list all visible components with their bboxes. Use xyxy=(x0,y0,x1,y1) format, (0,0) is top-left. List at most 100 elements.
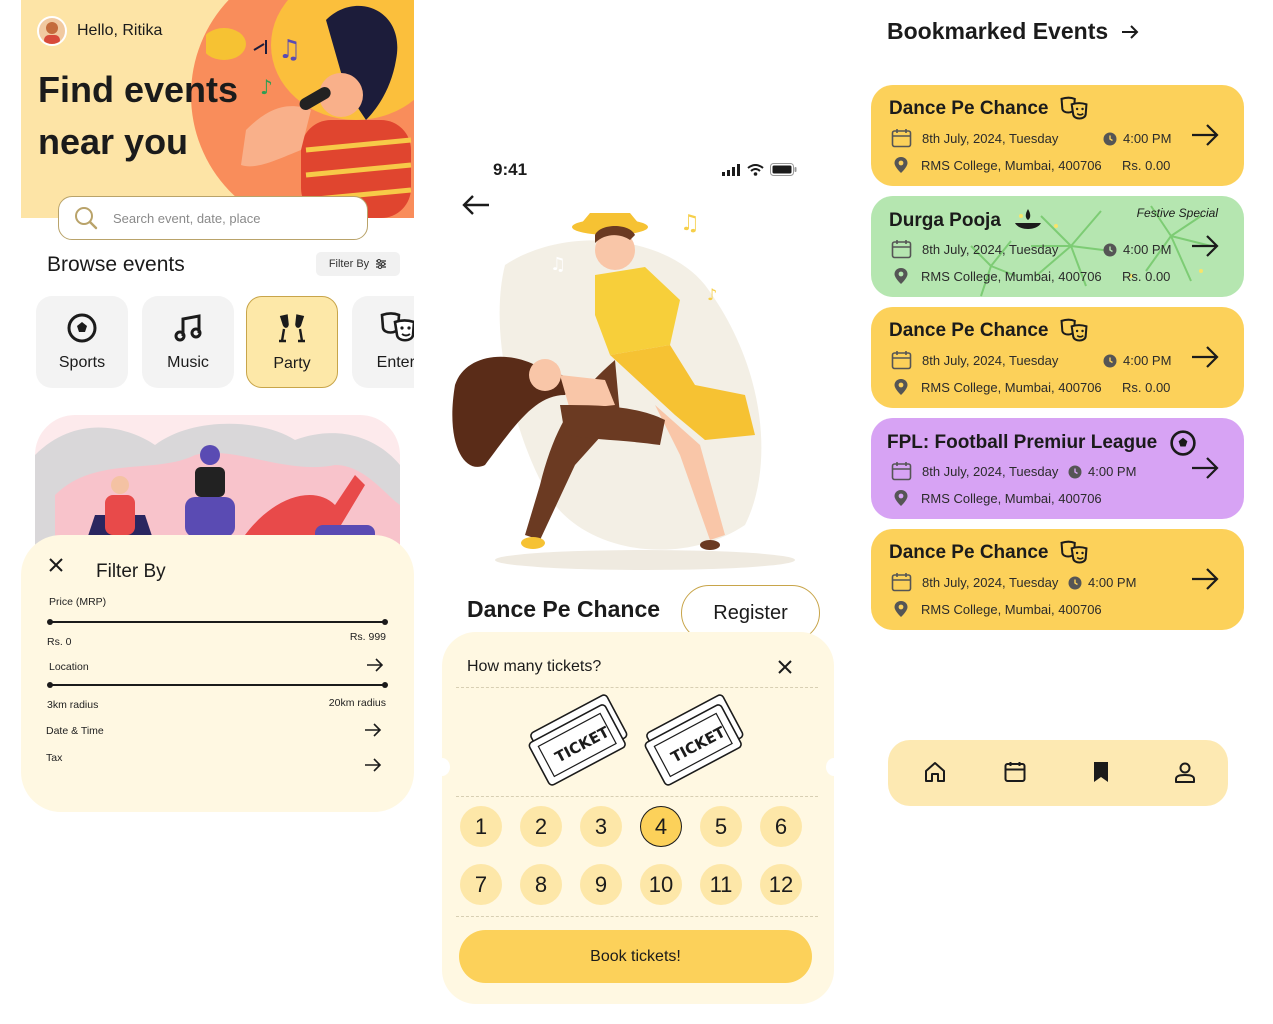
theater-masks-icon xyxy=(380,312,414,342)
event-title: Dance Pe Chance xyxy=(467,596,661,622)
cheers-icon xyxy=(279,314,305,343)
ticket-notch xyxy=(826,758,842,776)
category-sports[interactable]: Sports xyxy=(36,296,128,388)
ticket-count-option[interactable]: 5 xyxy=(700,806,742,847)
arrow-right-icon[interactable] xyxy=(1189,343,1221,371)
ticket-count-option[interactable]: 7 xyxy=(460,864,502,905)
ticket-count-option[interactable]: 6 xyxy=(760,806,802,847)
arrow-right-icon[interactable] xyxy=(363,721,383,739)
price-slider[interactable] xyxy=(47,619,388,625)
card-time: 4:00 PM xyxy=(1123,242,1172,257)
date-time-label: Date & Time xyxy=(46,725,104,737)
category-label: Music xyxy=(167,354,209,371)
avatar[interactable] xyxy=(37,16,67,46)
bookmark-card[interactable]: FPL: Football Premiur League 8th July, 2… xyxy=(871,418,1244,519)
bookmark-card[interactable]: Dance Pe Chance 8th July, 2024, Tuesday … xyxy=(871,307,1244,408)
clock-icon xyxy=(1068,576,1082,589)
close-icon[interactable] xyxy=(776,658,794,676)
calendar-icon xyxy=(891,129,912,148)
ticket-count-option[interactable]: 3 xyxy=(580,806,622,847)
divider xyxy=(456,796,818,797)
ticket-count-option[interactable]: 12 xyxy=(760,864,802,905)
tickets-illustration: TICKET TICKET xyxy=(528,694,744,786)
card-title: Dance Pe Chance xyxy=(889,318,1088,344)
location-pin-icon xyxy=(894,601,908,617)
greeting-text: Hello, Ritika xyxy=(77,22,163,39)
close-icon[interactable] xyxy=(47,556,65,574)
arrow-right-icon[interactable] xyxy=(1189,454,1221,482)
wifi-icon xyxy=(747,163,764,176)
card-date-row: 8th July, 2024, Tuesday xyxy=(891,461,1058,481)
ticket-count-option[interactable]: 10 xyxy=(640,864,682,905)
battery-icon xyxy=(770,163,797,176)
bookmark-card[interactable]: Durga Pooja Festive Special 8th July, 20… xyxy=(871,196,1244,297)
bookmark-card[interactable]: Dance Pe Chance 8th July, 2024, Tuesday … xyxy=(871,529,1244,630)
ticket-count-option[interactable]: 9 xyxy=(580,864,622,905)
radius-min: 3km radius xyxy=(47,699,99,711)
filter-by-button[interactable]: Filter By xyxy=(316,252,400,276)
card-title-text: Dance Pe Chance xyxy=(889,320,1049,341)
bookmark-icon[interactable] xyxy=(1091,760,1111,784)
card-time-row: 4:00 PM xyxy=(1103,131,1171,146)
location-pin-icon xyxy=(894,379,908,395)
calendar-icon[interactable] xyxy=(1003,760,1027,784)
ticket-count-option[interactable]: 2 xyxy=(520,806,562,847)
card-place: RMS College, Mumbai, 400706 xyxy=(921,157,1102,173)
card-title: Durga Pooja xyxy=(889,207,1043,235)
book-tickets-button[interactable]: Book tickets! xyxy=(459,930,812,983)
tax-label: Tax xyxy=(46,752,63,764)
card-date-row: 8th July, 2024, Tuesday xyxy=(891,350,1058,370)
ticket-question: How many tickets? xyxy=(467,658,602,675)
football-icon xyxy=(67,313,97,343)
card-place-row: RMS College, Mumbai, 400706 xyxy=(891,156,1102,174)
bookmarks-title[interactable]: Bookmarked Events xyxy=(887,18,1140,45)
category-entertainment[interactable]: Entert xyxy=(352,296,414,388)
greeting: Hello, Ritika xyxy=(37,16,162,46)
ticket-count-option[interactable]: 1 xyxy=(460,806,502,847)
card-time: 4:00 PM xyxy=(1088,575,1137,590)
theater-masks-icon xyxy=(1060,318,1088,342)
ticket-count-option-selected[interactable]: 4 xyxy=(640,806,682,847)
card-time-row: 4:00 PM xyxy=(1068,464,1136,479)
category-list: Sports Music Party Entert xyxy=(36,296,414,388)
card-place: RMS College, Mumbai, 400706 xyxy=(921,490,1102,506)
home-icon[interactable] xyxy=(923,760,947,784)
card-title: Dance Pe Chance xyxy=(889,96,1088,122)
arrow-right-icon[interactable] xyxy=(1189,565,1221,593)
calendar-icon xyxy=(891,351,912,370)
hero-title: Find events near you xyxy=(38,69,239,162)
location-slider[interactable] xyxy=(47,682,388,688)
arrow-right-icon[interactable] xyxy=(1189,121,1221,149)
category-party[interactable]: Party xyxy=(246,296,338,388)
ticket-count-option[interactable]: 11 xyxy=(700,864,742,905)
football-icon xyxy=(1170,430,1196,456)
ticket-count-option[interactable]: 8 xyxy=(520,864,562,905)
filter-sheet: Filter By Price (MRP) Rs. 0 Rs. 999 Loca… xyxy=(21,535,414,812)
card-place-row: RMS College, Mumbai, 400706 xyxy=(891,267,1102,285)
clock-icon xyxy=(1068,465,1082,478)
theater-masks-icon xyxy=(1060,540,1088,564)
music-note-icon xyxy=(174,314,202,342)
browse-title: Browse events xyxy=(47,253,185,276)
arrow-right-icon[interactable] xyxy=(363,756,383,774)
card-date-row: 8th July, 2024, Tuesday xyxy=(891,239,1058,259)
svg-text:♪: ♪ xyxy=(260,75,273,99)
category-music[interactable]: Music xyxy=(142,296,234,388)
search-input[interactable]: Search event, date, place xyxy=(58,196,368,240)
card-time-row: 4:00 PM xyxy=(1103,242,1171,257)
svg-text:♫: ♫ xyxy=(550,254,566,275)
card-price: Rs. 0.00 xyxy=(1122,158,1171,173)
bookmark-card[interactable]: Dance Pe Chance 8th July, 2024, Tuesday … xyxy=(871,85,1244,186)
ticket-notch xyxy=(434,758,450,776)
arrow-right-icon[interactable] xyxy=(1189,232,1221,260)
calendar-icon xyxy=(891,462,912,481)
category-label: Sports xyxy=(58,354,106,371)
card-title-text: FPL: Football Premiur League xyxy=(887,432,1158,453)
card-place-row: RMS College, Mumbai, 400706 xyxy=(891,489,1102,507)
bookmarks-title-text: Bookmarked Events xyxy=(887,18,1109,44)
arrow-right-icon[interactable] xyxy=(365,656,385,674)
card-time-row: 4:00 PM xyxy=(1103,353,1171,368)
festive-tag: Festive Special xyxy=(1136,206,1218,220)
card-title-text: Dance Pe Chance xyxy=(889,98,1049,119)
profile-icon[interactable] xyxy=(1173,760,1197,784)
